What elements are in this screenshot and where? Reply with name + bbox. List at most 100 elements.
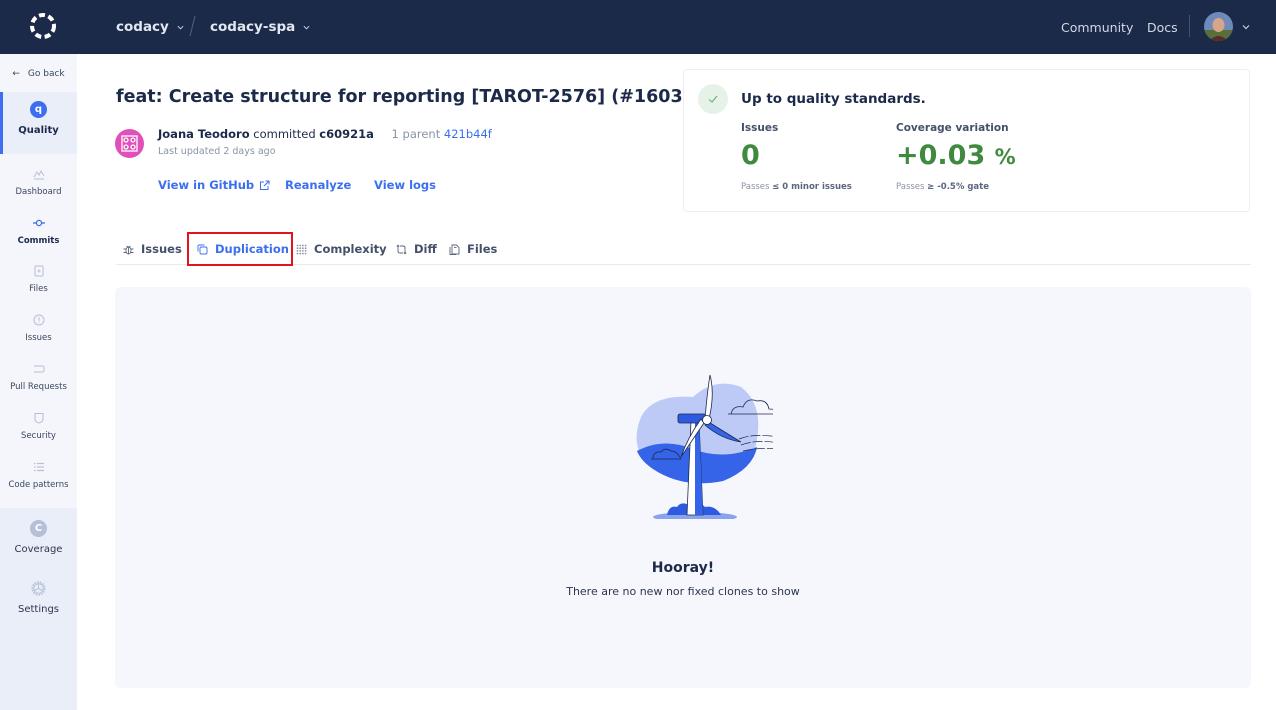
codacy-logo-icon[interactable] (28, 11, 58, 41)
empty-state-title: Hooray! (651, 560, 715, 576)
gate-prefix: Passes (896, 182, 925, 192)
sidebar-item-label: Settings (17, 604, 59, 615)
tab-label: Files (467, 242, 498, 256)
grid-icon (296, 244, 307, 254)
sidebar-item-files[interactable]: Files (0, 265, 77, 294)
issues-value: 0 (741, 140, 760, 171)
repo-selector[interactable]: codacy-spa (210, 0, 310, 54)
quality-status-card: Up to quality standards. Issues 0 Passes… (683, 69, 1250, 212)
list-icon (33, 462, 44, 472)
chart-icon (33, 169, 44, 180)
sidebar: ← Go back q Quality Dashboard Commits Fi… (0, 54, 77, 710)
sidebar-item-label: Code patterns (8, 480, 69, 490)
gate-condition: ≥ -0.5% gate (927, 182, 989, 192)
tab-duplication[interactable]: Duplication (187, 232, 293, 266)
external-link-icon (260, 180, 270, 190)
sidebar-item-coverage[interactable]: C Coverage (0, 520, 77, 555)
coverage-variation-value: +0.03 % (896, 140, 1016, 171)
quality-icon: q (30, 101, 47, 118)
community-link[interactable]: Community (1061, 0, 1133, 54)
bug-icon (123, 245, 134, 254)
go-back-link[interactable]: ← Go back (0, 66, 77, 82)
chevron-down-icon (177, 25, 184, 30)
duplication-panel: Hooray! There are no new nor fixed clone… (115, 287, 1251, 688)
sidebar-item-pull-requests[interactable]: Pull Requests (0, 363, 77, 392)
sidebar-item-label: Dashboard (15, 187, 62, 197)
empty-state-subtitle: There are no new nor fixed clones to sho… (566, 585, 800, 598)
gate-prefix: Passes (741, 182, 770, 192)
coverage-number: +0.03 (896, 140, 986, 171)
identicon-icon (121, 135, 138, 152)
check-circle-icon (698, 84, 728, 114)
reanalyze-button[interactable]: Reanalyze (285, 178, 351, 192)
commit-hash: c60921a (319, 127, 374, 141)
sidebar-item-code-patterns[interactable]: Code patterns (0, 461, 77, 490)
tab-label: Duplication (215, 242, 289, 256)
avatar-image (1204, 12, 1233, 41)
sidebar-section-lower: C Coverage Settings (0, 508, 77, 710)
org-name: codacy (116, 19, 169, 35)
copy-icon (197, 244, 208, 254)
author-name: Joana Teodoro (158, 127, 250, 141)
sidebar-item-dashboard[interactable]: Dashboard (0, 168, 77, 197)
alert-circle-icon (33, 314, 44, 326)
sidebar-item-commits[interactable]: Commits (0, 217, 77, 246)
tab-issues[interactable]: Issues (123, 236, 182, 262)
last-updated: Last updated 2 days ago (158, 146, 276, 157)
wind-turbine-illustration (636, 374, 773, 519)
sidebar-item-label: Commits (17, 236, 60, 246)
sidebar-section-quality: q Quality (0, 92, 77, 154)
commit-tabs: Issues Duplication Complexity Diff Files (116, 232, 1251, 266)
tab-label: Diff (414, 242, 437, 256)
divider (1189, 15, 1190, 37)
chevron-down-icon[interactable] (1242, 23, 1250, 31)
docs-link[interactable]: Docs (1147, 0, 1178, 54)
coverage-icon: C (30, 520, 47, 537)
issues-label: Issues (741, 122, 779, 134)
go-back-label: Go back (27, 69, 65, 79)
top-bar: codacy codacy-spa Community Docs (0, 0, 1276, 54)
commit-icon (32, 219, 45, 227)
tab-label: Complexity (314, 242, 387, 256)
parent-label: 1 parent (391, 127, 441, 141)
sidebar-item-label: Security (21, 431, 56, 441)
gate-condition: ≤ 0 minor issues (772, 182, 852, 192)
file-icon (34, 265, 43, 277)
tab-diff[interactable]: Diff (396, 236, 437, 262)
repo-name: codacy-spa (210, 19, 296, 35)
parent-hash-link[interactable]: 421b44f (444, 127, 492, 141)
tab-files[interactable]: Files (449, 236, 497, 262)
sidebar-item-settings[interactable]: Settings (0, 580, 77, 615)
view-in-github-link[interactable]: View in GitHub (158, 178, 270, 192)
commit-meta: Joana Teodoro committed c60921a 1 parent… (158, 127, 492, 141)
sidebar-item-label: Coverage (14, 544, 63, 555)
breadcrumb-separator (189, 16, 196, 36)
coverage-gate-note: Passes ≥ -0.5% gate (896, 182, 989, 192)
pull-request-icon (33, 365, 44, 373)
sidebar-item-issues[interactable]: Issues (0, 314, 77, 343)
sidebar-item-security[interactable]: Security (0, 412, 77, 441)
sidebar-item-label: Files (29, 284, 48, 294)
page-title: feat: Create structure for reporting [TA… (116, 87, 691, 107)
gear-icon (31, 581, 46, 596)
coverage-unit: % (994, 145, 1016, 169)
view-in-github-label: View in GitHub (158, 178, 255, 192)
sidebar-item-quality[interactable]: q Quality (0, 101, 77, 136)
org-selector[interactable]: codacy (116, 0, 184, 54)
quality-status-title: Up to quality standards. (741, 91, 926, 107)
sidebar-item-label: Issues (25, 333, 52, 343)
arrow-left-icon: ← (12, 69, 20, 79)
user-avatar[interactable] (1204, 12, 1233, 41)
tab-label: Issues (141, 242, 182, 256)
sidebar-item-label: Quality (18, 125, 59, 136)
shield-icon (34, 413, 43, 424)
issues-gate-note: Passes ≤ 0 minor issues (741, 182, 852, 192)
coverage-variation-label: Coverage variation (896, 122, 1009, 134)
chevron-down-icon (303, 25, 310, 30)
view-logs-link[interactable]: View logs (374, 178, 436, 192)
commit-verb: committed (253, 127, 316, 141)
diff-icon (396, 244, 407, 254)
tab-complexity[interactable]: Complexity (296, 236, 387, 262)
files-icon (449, 244, 460, 255)
sidebar-item-label: Pull Requests (10, 382, 67, 392)
